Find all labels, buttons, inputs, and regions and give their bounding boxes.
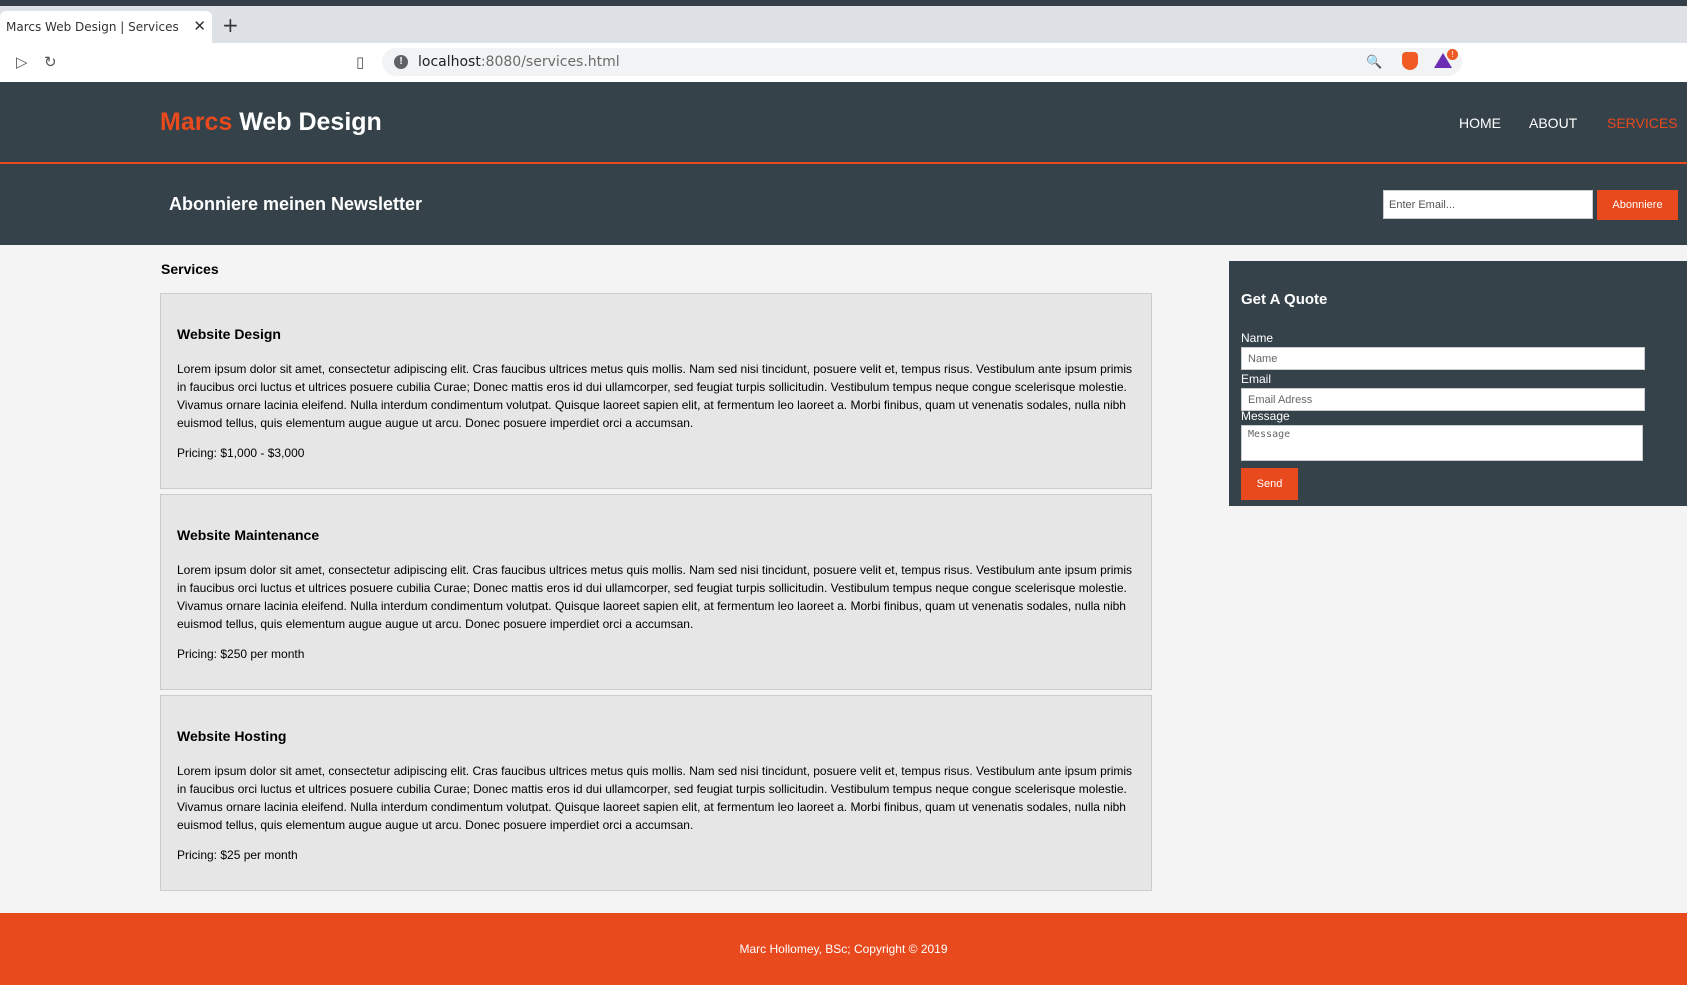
page-title: Services bbox=[161, 261, 219, 277]
close-icon[interactable]: ✕ bbox=[193, 17, 206, 35]
nav-services-link[interactable]: SERVICES bbox=[1607, 115, 1678, 131]
newsletter-title: Abonniere meinen Newsletter bbox=[169, 194, 423, 214]
rewards-badge: ! bbox=[1447, 49, 1458, 60]
service-title: Website Maintenance bbox=[177, 527, 320, 543]
service-description: Lorem ipsum dolor sit amet, consectetur … bbox=[177, 764, 1133, 832]
send-button[interactable]: Send bbox=[1241, 468, 1298, 500]
browser-tab-bar: Marcs Web Design | Services ✕ + bbox=[0, 6, 1687, 43]
name-input[interactable]: Name bbox=[1241, 347, 1645, 370]
main-content: Services Website Design Lorem ipsum dolo… bbox=[0, 245, 1687, 913]
message-label: Message bbox=[1241, 409, 1290, 423]
name-label: Name bbox=[1241, 331, 1274, 345]
plus-icon[interactable]: + bbox=[222, 15, 239, 35]
info-icon[interactable]: ! bbox=[394, 55, 408, 69]
quote-sidebar: Get A Quote Name Name Email Email Adress… bbox=[1229, 261, 1687, 506]
nav-about-link[interactable]: ABOUT bbox=[1529, 115, 1577, 131]
service-title: Website Design bbox=[177, 326, 281, 342]
service-pricing: Pricing: $1,000 - $3,000 bbox=[177, 446, 305, 460]
service-pricing: Pricing: $25 per month bbox=[177, 848, 298, 862]
email-input[interactable]: Email Adress bbox=[1241, 388, 1645, 411]
reload-icon[interactable]: ↻ bbox=[44, 53, 57, 71]
nav-home-link[interactable]: HOME bbox=[1459, 115, 1501, 131]
newsletter-section: Abonniere meinen Newsletter Enter Email.… bbox=[0, 164, 1687, 245]
newsletter-email-input[interactable]: Enter Email... bbox=[1383, 190, 1593, 219]
site-header: Marcs Web Design HOME ABOUT SERVICES bbox=[0, 82, 1687, 164]
subscribe-button[interactable]: Abonniere bbox=[1597, 190, 1678, 220]
quote-title: Get A Quote bbox=[1241, 291, 1328, 308]
service-title: Website Hosting bbox=[177, 728, 287, 744]
play-icon[interactable]: ▷ bbox=[16, 53, 28, 71]
email-label: Email bbox=[1241, 372, 1272, 386]
footer-copyright: Marc Hollomey, BSc; Copyright © 2019 bbox=[739, 942, 948, 956]
bookmark-icon[interactable]: ▯ bbox=[356, 53, 364, 71]
zoom-icon[interactable]: 🔍 bbox=[1366, 54, 1382, 70]
service-pricing: Pricing: $250 per month bbox=[177, 647, 305, 661]
brave-icon[interactable] bbox=[1402, 52, 1418, 70]
service-card: Website Design Lorem ipsum dolor sit ame… bbox=[160, 293, 1152, 489]
site-logo[interactable]: Marcs Web Design bbox=[160, 108, 382, 137]
address-bar[interactable]: ! localhost:8080/services.html bbox=[382, 48, 1462, 76]
site-footer: Marc Hollomey, BSc; Copyright © 2019 bbox=[0, 913, 1687, 985]
browser-tab[interactable]: Marcs Web Design | Services ✕ bbox=[0, 11, 212, 43]
service-card: Website Hosting Lorem ipsum dolor sit am… bbox=[160, 695, 1152, 891]
service-description: Lorem ipsum dolor sit amet, consectetur … bbox=[177, 563, 1133, 631]
tab-title: Marcs Web Design | Services bbox=[6, 20, 179, 34]
message-textarea[interactable]: Message bbox=[1241, 425, 1643, 461]
browser-toolbar: ▷ ↻ ▯ ! localhost:8080/services.html 🔍 ! bbox=[0, 43, 1687, 83]
url-text[interactable]: localhost:8080/services.html bbox=[418, 54, 620, 70]
service-description: Lorem ipsum dolor sit amet, consectetur … bbox=[177, 362, 1133, 430]
service-card: Website Maintenance Lorem ipsum dolor si… bbox=[160, 494, 1152, 690]
